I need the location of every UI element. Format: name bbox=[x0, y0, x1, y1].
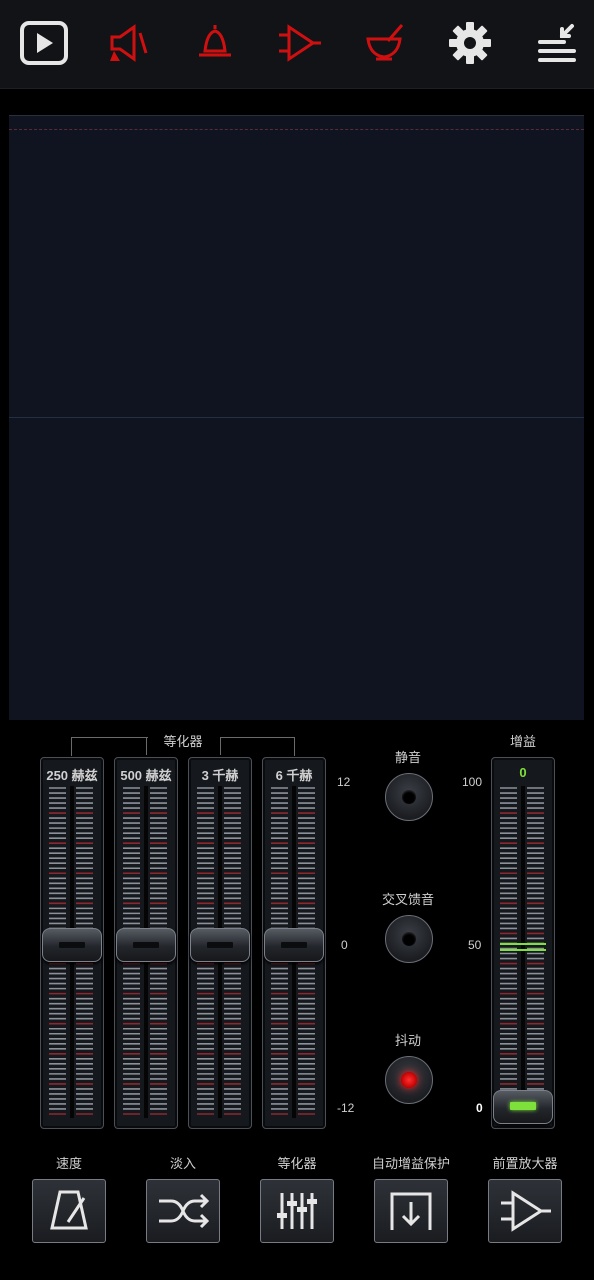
eq-slider-3khz[interactable]: 3 千赫 bbox=[188, 757, 252, 1129]
spectrum-display bbox=[9, 115, 584, 720]
gain-scale-bottom: 0 bbox=[476, 1101, 483, 1115]
equalizer-bracket-left bbox=[71, 737, 148, 756]
crossfeed-toggle[interactable] bbox=[385, 915, 433, 963]
bracket-stem-right bbox=[220, 737, 221, 755]
gate-icon bbox=[390, 1192, 432, 1230]
speaker-icon bbox=[110, 24, 148, 62]
mute-toggle[interactable] bbox=[385, 773, 433, 821]
dither-led bbox=[401, 1072, 417, 1088]
bell-button[interactable] bbox=[188, 16, 242, 70]
fade-button[interactable] bbox=[146, 1179, 220, 1243]
eq-slider-250hz[interactable]: 250 赫兹 bbox=[40, 757, 104, 1129]
bell-icon bbox=[199, 25, 231, 57]
amplifier-button[interactable] bbox=[273, 16, 327, 70]
eq-scale-bottom: -12 bbox=[337, 1101, 355, 1115]
gain-value: 0 bbox=[519, 765, 527, 780]
mortar-button[interactable] bbox=[358, 16, 412, 70]
fade-label: 淡入 bbox=[169, 1156, 196, 1171]
menu-collapse-icon bbox=[538, 24, 576, 62]
play-button[interactable] bbox=[17, 16, 71, 70]
tempo-label: 速度 bbox=[55, 1156, 82, 1171]
dither-label: 抖动 bbox=[394, 1033, 421, 1048]
gain-label: 增益 bbox=[509, 734, 536, 749]
gain-slider[interactable]: 0 bbox=[491, 757, 555, 1129]
equalizer-button-label: 等化器 bbox=[277, 1156, 317, 1171]
equalizer-group-label: 等化器 bbox=[163, 734, 203, 749]
gain-knob-indicator bbox=[510, 1102, 536, 1110]
center-line bbox=[9, 417, 584, 418]
top-toolbar bbox=[0, 0, 594, 89]
menu-button[interactable] bbox=[530, 16, 584, 70]
eq-slider-6khz[interactable]: 6 千赫 bbox=[262, 757, 326, 1129]
eq-slider-500hz[interactable]: 500 赫兹 bbox=[114, 757, 178, 1129]
gain-knob[interactable] bbox=[493, 1090, 553, 1124]
eq-band-label: 250 赫兹 bbox=[46, 768, 98, 783]
slider-knob[interactable] bbox=[42, 928, 102, 962]
equalizer-button[interactable] bbox=[260, 1179, 334, 1243]
eq-scale-mid: 0 bbox=[341, 938, 348, 952]
slider-knob[interactable] bbox=[116, 928, 176, 962]
gain-scale-top: 100 bbox=[462, 775, 483, 789]
speaker-button[interactable] bbox=[102, 16, 156, 70]
settings-button[interactable] bbox=[443, 16, 497, 70]
gain-scale-mid: 50 bbox=[468, 938, 482, 952]
mute-label: 静音 bbox=[394, 750, 421, 765]
tempo-button[interactable] bbox=[32, 1179, 106, 1243]
amplifier-icon bbox=[279, 24, 321, 62]
preamp-label: 前置放大器 bbox=[492, 1156, 558, 1171]
agc-button[interactable] bbox=[374, 1179, 448, 1243]
slider-track bbox=[521, 786, 525, 1118]
slider-knob[interactable] bbox=[264, 928, 324, 962]
slider-knob[interactable] bbox=[190, 928, 250, 962]
dither-toggle[interactable] bbox=[385, 1056, 433, 1104]
peak-line bbox=[9, 129, 584, 130]
eq-scale-top: 12 bbox=[337, 775, 351, 789]
gain-mid-marker bbox=[500, 943, 546, 951]
crossfeed-label: 交叉馈音 bbox=[381, 892, 434, 907]
equalizer-bracket-right bbox=[220, 737, 295, 756]
equalizer-sliders-icon bbox=[277, 1193, 317, 1229]
bracket-stem-left bbox=[146, 737, 147, 755]
play-icon bbox=[20, 21, 68, 65]
preamp-icon bbox=[501, 1190, 551, 1232]
gear-icon bbox=[449, 22, 491, 64]
eq-band-label: 500 赫兹 bbox=[120, 768, 172, 783]
mortar-icon bbox=[366, 24, 404, 61]
eq-band-label: 6 千赫 bbox=[275, 768, 313, 783]
crossfade-icon bbox=[159, 1193, 210, 1229]
preamp-button[interactable] bbox=[488, 1179, 562, 1243]
eq-band-label: 3 千赫 bbox=[201, 768, 239, 783]
agc-label: 自动增益保护 bbox=[371, 1156, 450, 1171]
metronome-icon bbox=[50, 1190, 88, 1230]
